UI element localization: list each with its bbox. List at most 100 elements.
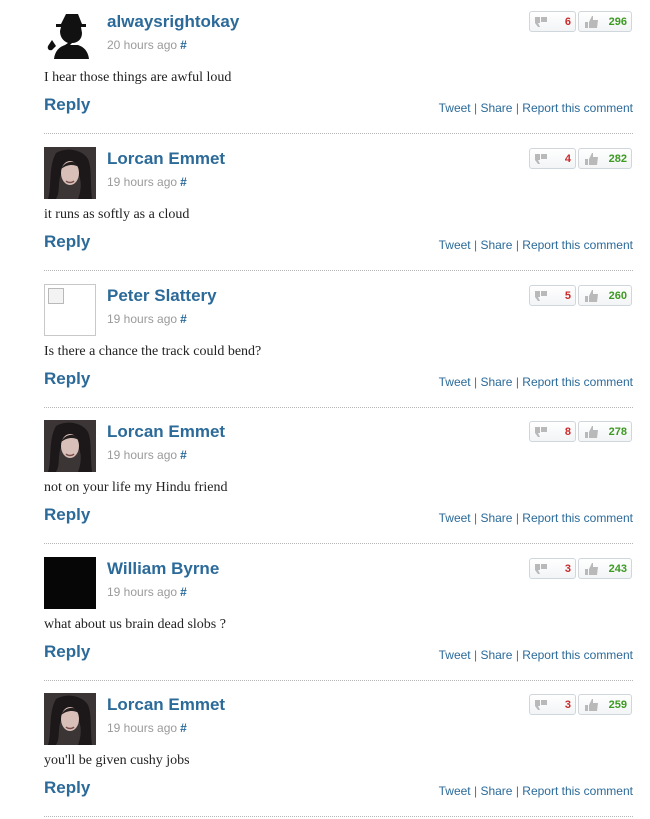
timestamp: 19 hours ago # xyxy=(107,175,187,189)
timestamp-text: 19 hours ago xyxy=(107,721,178,735)
separator: | xyxy=(515,648,519,662)
author-link[interactable]: Peter Slattery xyxy=(107,286,217,306)
report-link[interactable]: Report this comment xyxy=(522,648,633,662)
tweet-link[interactable]: Tweet xyxy=(439,648,471,662)
upvote-button[interactable]: 260 xyxy=(578,285,632,306)
upvote-count: 278 xyxy=(608,425,627,438)
downvote-count: 3 xyxy=(564,562,571,575)
comment: Lorcan Emmet 19 hours ago # 4 282 it runs… xyxy=(0,137,650,273)
silhouette-icon[interactable] xyxy=(44,10,96,62)
downvote-button[interactable]: 6 xyxy=(529,11,576,32)
comment-actions: Tweet | Share | Report this comment xyxy=(439,238,633,252)
thumbs-up-icon xyxy=(585,152,598,165)
share-link[interactable]: Share xyxy=(480,511,512,525)
avatar-black[interactable] xyxy=(44,557,96,609)
permalink[interactable]: # xyxy=(180,448,187,462)
author-link[interactable]: alwaysrightokay xyxy=(107,12,239,32)
downvote-button[interactable]: 4 xyxy=(529,148,576,169)
vote-box: 8 278 xyxy=(529,421,632,442)
thumbs-up-icon xyxy=(585,698,598,711)
report-link[interactable]: Report this comment xyxy=(522,511,633,525)
thumbs-down-icon xyxy=(535,153,547,164)
downvote-count: 5 xyxy=(564,289,571,302)
timestamp: 19 hours ago # xyxy=(107,312,187,326)
downvote-count: 3 xyxy=(564,698,571,711)
comment-text: you'll be given cushy jobs xyxy=(44,753,190,768)
avatar-photo[interactable] xyxy=(44,147,96,199)
timestamp: 19 hours ago # xyxy=(107,448,187,462)
share-link[interactable]: Share xyxy=(480,238,512,252)
author-link[interactable]: Lorcan Emmet xyxy=(107,149,225,169)
report-link[interactable]: Report this comment xyxy=(522,375,633,389)
reply-button[interactable]: Reply xyxy=(44,778,90,798)
downvote-button[interactable]: 5 xyxy=(529,285,576,306)
thumbs-up-icon xyxy=(585,425,598,438)
permalink[interactable]: # xyxy=(180,38,187,52)
report-link[interactable]: Report this comment xyxy=(522,101,633,115)
thumbs-up-icon xyxy=(585,15,598,28)
upvote-button[interactable]: 243 xyxy=(578,558,632,579)
reply-button[interactable]: Reply xyxy=(44,505,90,525)
tweet-link[interactable]: Tweet xyxy=(439,101,471,115)
divider xyxy=(44,543,633,544)
divider xyxy=(44,680,633,681)
reply-button[interactable]: Reply xyxy=(44,95,90,115)
downvote-button[interactable]: 3 xyxy=(529,694,576,715)
downvote-count: 6 xyxy=(564,15,571,28)
thumbs-down-icon xyxy=(535,16,547,27)
comment-actions: Tweet | Share | Report this comment xyxy=(439,784,633,798)
comment-text: what about us brain dead slobs ? xyxy=(44,617,226,632)
author-link[interactable]: Lorcan Emmet xyxy=(107,695,225,715)
upvote-button[interactable]: 282 xyxy=(578,148,632,169)
share-link[interactable]: Share xyxy=(480,784,512,798)
author-link[interactable]: William Byrne xyxy=(107,559,219,579)
upvote-count: 282 xyxy=(608,152,627,165)
comment-actions: Tweet | Share | Report this comment xyxy=(439,511,633,525)
timestamp-text: 20 hours ago xyxy=(107,38,178,52)
comment: Lorcan Emmet 19 hours ago # 8 278 not on … xyxy=(0,410,650,546)
separator: | xyxy=(473,101,478,115)
tweet-link[interactable]: Tweet xyxy=(439,238,471,252)
timestamp-text: 19 hours ago xyxy=(107,448,178,462)
permalink[interactable]: # xyxy=(180,721,187,735)
permalink[interactable]: # xyxy=(180,312,187,326)
permalink[interactable]: # xyxy=(180,175,187,189)
report-link[interactable]: Report this comment xyxy=(522,238,633,252)
vote-box: 6 296 xyxy=(529,11,632,32)
thumbs-up-icon xyxy=(585,289,598,302)
broken-image-icon[interactable] xyxy=(44,284,96,336)
tweet-link[interactable]: Tweet xyxy=(439,511,471,525)
upvote-count: 260 xyxy=(608,289,627,302)
downvote-count: 4 xyxy=(564,152,571,165)
author-link[interactable]: Lorcan Emmet xyxy=(107,422,225,442)
downvote-button[interactable]: 8 xyxy=(529,421,576,442)
downvote-count: 8 xyxy=(564,425,571,438)
separator: | xyxy=(473,648,478,662)
share-link[interactable]: Share xyxy=(480,375,512,389)
reply-button[interactable]: Reply xyxy=(44,369,90,389)
separator: | xyxy=(473,375,478,389)
divider xyxy=(44,816,633,817)
reply-button[interactable]: Reply xyxy=(44,232,90,252)
separator: | xyxy=(515,375,519,389)
separator: | xyxy=(473,784,478,798)
downvote-button[interactable]: 3 xyxy=(529,558,576,579)
tweet-link[interactable]: Tweet xyxy=(439,375,471,389)
timestamp-text: 19 hours ago xyxy=(107,175,178,189)
upvote-count: 259 xyxy=(608,698,627,711)
upvote-button[interactable]: 259 xyxy=(578,694,632,715)
share-link[interactable]: Share xyxy=(480,101,512,115)
comment: alwaysrightokay 20 hours ago # 6 296 I he… xyxy=(0,0,650,136)
comment: Peter Slattery 19 hours ago # 5 260 Is th… xyxy=(0,274,650,410)
avatar-photo[interactable] xyxy=(44,693,96,745)
upvote-button[interactable]: 296 xyxy=(578,11,632,32)
permalink[interactable]: # xyxy=(180,585,187,599)
timestamp: 20 hours ago # xyxy=(107,38,187,52)
timestamp: 19 hours ago # xyxy=(107,585,187,599)
upvote-button[interactable]: 278 xyxy=(578,421,632,442)
avatar-photo[interactable] xyxy=(44,420,96,472)
tweet-link[interactable]: Tweet xyxy=(439,784,471,798)
reply-button[interactable]: Reply xyxy=(44,642,90,662)
share-link[interactable]: Share xyxy=(480,648,512,662)
report-link[interactable]: Report this comment xyxy=(522,784,633,798)
